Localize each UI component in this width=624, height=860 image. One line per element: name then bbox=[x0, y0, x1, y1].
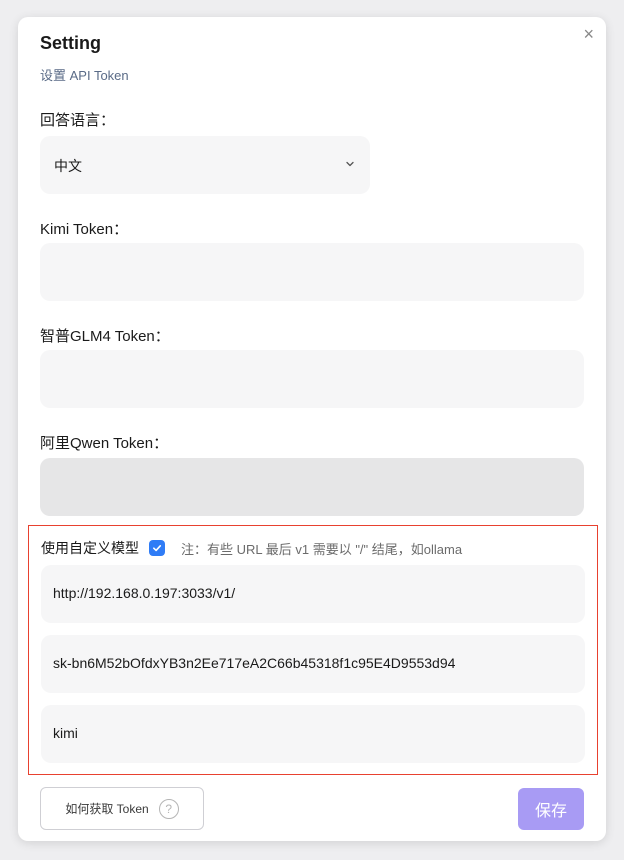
chevron-down-icon bbox=[346, 161, 354, 167]
how-to-get-token-button[interactable]: 如何获取 Token ? bbox=[40, 787, 204, 830]
custom-api-key-value: sk-bn6M52bOfdxYB3n2Ee717eA2C66b45318f1c9… bbox=[53, 655, 456, 671]
custom-url-value: http://192.168.0.197:3033/v1/ bbox=[53, 585, 236, 601]
question-mark-icon: ? bbox=[158, 798, 179, 819]
dialog-subtitle: 设置 API Token bbox=[40, 68, 129, 83]
custom-model-label: 使用自定义模型 bbox=[41, 540, 139, 556]
close-icon[interactable]: × bbox=[583, 24, 594, 44]
custom-model-name-input[interactable]: kimi bbox=[41, 705, 585, 763]
language-selected-value: 中文 bbox=[54, 158, 82, 174]
dialog-title: Setting bbox=[40, 33, 101, 53]
kimi-token-input[interactable] bbox=[40, 243, 584, 301]
qwen-token-label: 阿里Qwen Token： bbox=[40, 435, 169, 452]
custom-api-key-input[interactable]: sk-bn6M52bOfdxYB3n2Ee717eA2C66b45318f1c9… bbox=[41, 635, 585, 693]
kimi-token-label: Kimi Token： bbox=[40, 221, 129, 238]
zhipu-token-label: 智普GLM4 Token： bbox=[40, 328, 170, 345]
custom-model-name-value: kimi bbox=[53, 725, 78, 741]
custom-model-note: 注：有些 URL 最后 v1 需要以 "/" 结尾，如ollama bbox=[181, 541, 463, 557]
custom-url-input[interactable]: http://192.168.0.197:3033/v1/ bbox=[41, 565, 585, 623]
language-label: 回答语言： bbox=[40, 112, 116, 129]
check-icon bbox=[153, 545, 162, 552]
qwen-token-input[interactable] bbox=[40, 458, 584, 516]
custom-model-row: 使用自定义模型 注：有些 URL 最后 v1 需要以 "/" 结尾，如ollam… bbox=[41, 538, 462, 558]
settings-dialog: × Setting 设置 API Token 回答语言： 中文 Kimi Tok… bbox=[18, 17, 606, 841]
help-button-label: 如何获取 Token bbox=[65, 802, 149, 816]
custom-model-section: 使用自定义模型 注：有些 URL 最后 v1 需要以 "/" 结尾，如ollam… bbox=[28, 525, 598, 775]
language-select[interactable]: 中文 bbox=[40, 136, 370, 194]
zhipu-token-input[interactable] bbox=[40, 350, 584, 408]
custom-model-checkbox[interactable] bbox=[149, 540, 165, 556]
save-button[interactable]: 保存 bbox=[518, 788, 584, 830]
